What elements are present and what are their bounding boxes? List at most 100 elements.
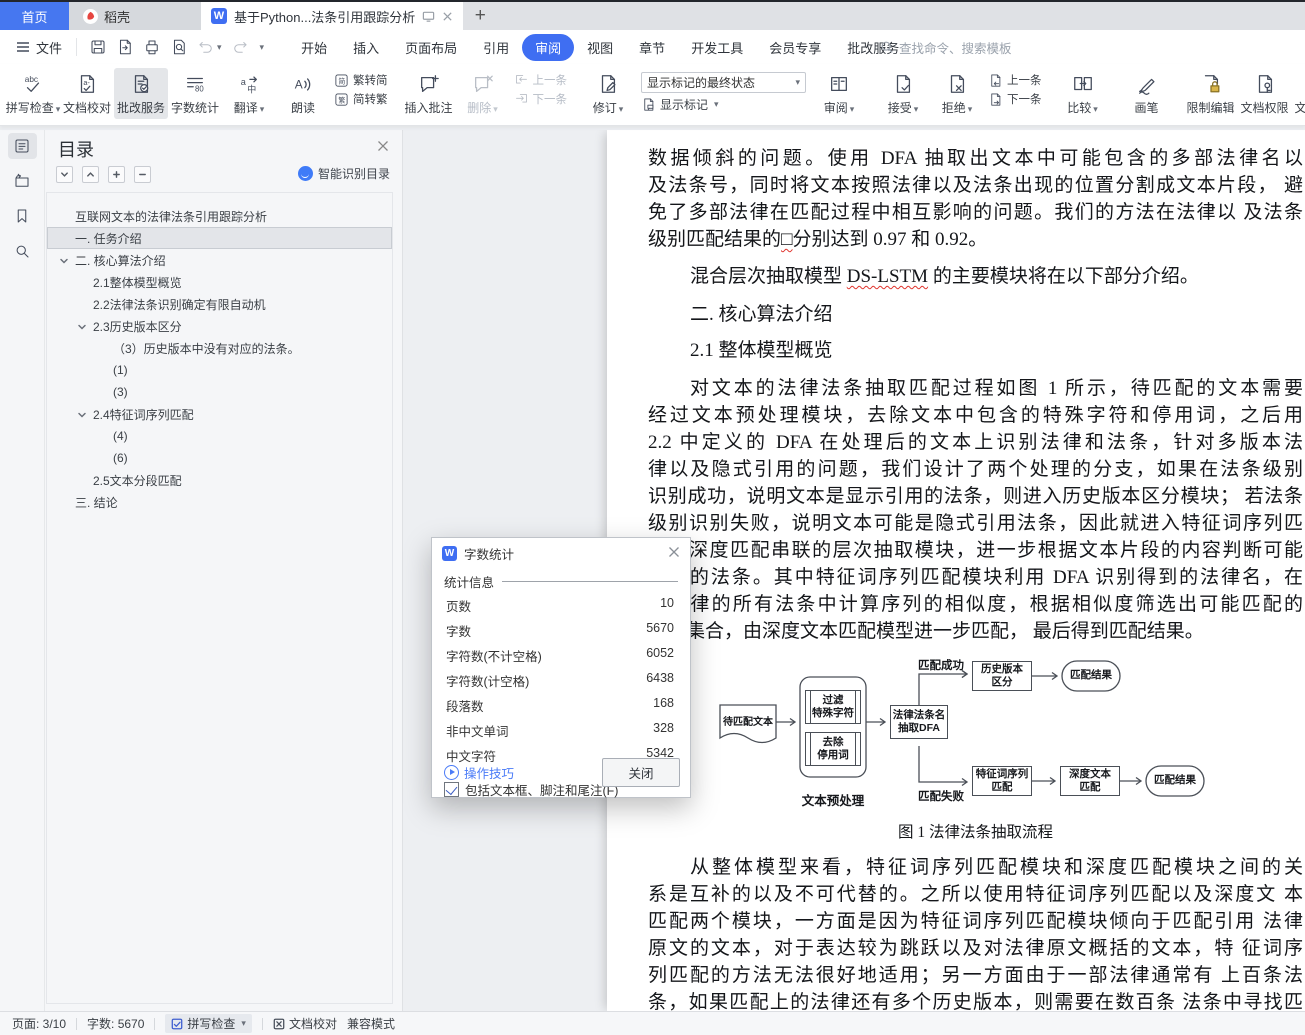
menu-item-7[interactable]: 开发工具 bbox=[678, 34, 756, 61]
toc-item-0[interactable]: 互联网文本的法律法条引用跟踪分析 bbox=[47, 205, 392, 227]
undo-button[interactable]: ▾ bbox=[197, 38, 222, 56]
doc-proof-status[interactable]: 文档校对 bbox=[273, 1015, 337, 1032]
menu-item-5[interactable]: 视图 bbox=[574, 34, 626, 61]
convert-0-button[interactable]: 简繁转简 bbox=[334, 72, 388, 88]
svg-text:80: 80 bbox=[195, 84, 204, 93]
toc-item-7[interactable]: (1) bbox=[47, 359, 392, 381]
toc-collapse-up-button[interactable] bbox=[82, 166, 99, 183]
chevron-down-icon[interactable] bbox=[77, 409, 87, 419]
chevron-down-icon[interactable] bbox=[59, 255, 69, 265]
menu-item-0[interactable]: 开始 bbox=[288, 34, 340, 61]
markup-state-select[interactable]: 显示标记的最终状态 ▾ bbox=[641, 72, 806, 93]
tab-docer[interactable]: 稻壳 bbox=[69, 2, 201, 30]
search-icon bbox=[881, 41, 893, 53]
document-page[interactable]: 数据倾斜的问题。使用 DFA 抽取出文本中可能包含的多部法律名以 及法条号，同时将… bbox=[607, 130, 1305, 1012]
show-markup-button[interactable]: 显示标记 ▾ bbox=[641, 96, 806, 113]
screen-share-icon[interactable] bbox=[422, 10, 435, 23]
compat-mode-label[interactable]: 兼容模式 bbox=[347, 1015, 395, 1032]
doc-text-line-0: 数据倾斜的问题。使用 DFA 抽取出文本中可能包含的多部法律名以 bbox=[648, 148, 1303, 169]
insert-comment-button[interactable]: 插入批注 bbox=[402, 68, 456, 119]
dock-chapter-button[interactable] bbox=[8, 168, 37, 194]
menu-item-8[interactable]: 会员专享 bbox=[756, 34, 834, 61]
convert-1-button[interactable]: 繁简转繁 bbox=[334, 91, 388, 107]
word-count-indicator[interactable]: 字数: 5670 bbox=[87, 1015, 144, 1032]
chevron-down-icon[interactable] bbox=[77, 321, 87, 331]
comment-nav-1-button[interactable]: 下一条 bbox=[514, 91, 567, 107]
toc-item-5[interactable]: 2.3历史版本区分 bbox=[47, 315, 392, 337]
toc-item-13[interactable]: 三. 结论 bbox=[47, 491, 392, 513]
toc-item-3[interactable]: 2.1整体模型概览 bbox=[47, 271, 392, 293]
toc-item-1[interactable]: 一. 任务介绍 bbox=[47, 227, 392, 249]
close-tab-icon[interactable] bbox=[442, 11, 453, 22]
revision-nav-1-button[interactable]: 下一条 bbox=[988, 91, 1042, 107]
flow-label-preprocess: 文本预处理 bbox=[801, 794, 865, 808]
doc-permission-button[interactable]: 文档权限 bbox=[1238, 68, 1292, 119]
spell-check-toggle[interactable]: 拼写检查 ▾ bbox=[165, 1014, 252, 1033]
toc-item-12[interactable]: 2.5文本分段匹配 bbox=[47, 469, 392, 491]
toolbar-expand-icon[interactable]: ▾ bbox=[260, 42, 265, 53]
toc-item-10[interactable]: (4) bbox=[47, 425, 392, 447]
smart-toc-button[interactable]: 智能识别目录 bbox=[297, 165, 390, 182]
file-menu-button[interactable]: 文件 bbox=[0, 38, 76, 57]
dialog-close-icon[interactable] bbox=[668, 545, 680, 561]
dock-outline-button[interactable] bbox=[7, 133, 37, 159]
menu-item-4[interactable]: 审阅 bbox=[522, 33, 575, 61]
restrict-editing-button[interactable]: 限制编辑 bbox=[1184, 68, 1238, 119]
dock-search-button[interactable] bbox=[8, 238, 37, 264]
ink-brush-button[interactable]: 画笔 bbox=[1120, 68, 1174, 119]
translate-button[interactable]: a 中翻译 ▾ bbox=[222, 68, 276, 119]
review-pane-button[interactable]: 审阅 ▾ bbox=[812, 68, 866, 119]
redo-button[interactable] bbox=[231, 38, 249, 56]
toc-expand-all-button[interactable] bbox=[108, 166, 125, 183]
stat-row-3: 字符数(计空格) 6438 bbox=[432, 668, 690, 693]
accept-revision-button[interactable]: 接受 ▾ bbox=[876, 68, 930, 119]
flow-node-filter: 过滤 特殊字符 bbox=[805, 690, 861, 724]
toc-expand-down-button[interactable] bbox=[56, 166, 73, 183]
doc-authenticate-button[interactable]: 文档认证 bbox=[1292, 68, 1305, 119]
comment-nav-0-button[interactable]: 上一条 bbox=[514, 72, 567, 88]
new-tab-button[interactable]: + bbox=[463, 2, 497, 30]
tips-link[interactable]: 操作技巧 bbox=[444, 763, 514, 782]
menu-item-3[interactable]: 引用 bbox=[470, 34, 522, 61]
svg-text:中: 中 bbox=[247, 83, 256, 94]
dialog-close-button[interactable]: 关闭 bbox=[602, 758, 680, 787]
tab-home[interactable]: 首页 bbox=[0, 2, 69, 30]
toc-close-icon[interactable] bbox=[377, 139, 389, 157]
stat-value: 328 bbox=[653, 721, 674, 735]
menu-item-2[interactable]: 页面布局 bbox=[392, 34, 470, 61]
toc-item-9[interactable]: 2.4特征词序列匹配 bbox=[47, 403, 392, 425]
dock-bookmark-button[interactable] bbox=[8, 203, 37, 229]
reject-revision-button[interactable]: 拒绝 ▾ bbox=[930, 68, 984, 119]
doc-text-line-7: 对文本的法律法条抽取匹配过程如图 1 所示，待匹配的文本需要 bbox=[690, 378, 1303, 399]
print-preview-button[interactable] bbox=[170, 38, 188, 56]
toc-collapse-all-button[interactable] bbox=[134, 166, 151, 183]
read-aloud-button[interactable]: A 朗读 bbox=[276, 68, 330, 119]
tab-document[interactable]: W 基于Python...法条引用跟踪分析 bbox=[201, 2, 464, 30]
spell-check-button[interactable]: abc 拼写检查 ▾ bbox=[6, 68, 61, 119]
page-indicator[interactable]: 页面: 3/10 bbox=[12, 1015, 66, 1032]
svg-text:a-: a- bbox=[83, 78, 90, 87]
save-button[interactable] bbox=[89, 38, 107, 56]
export-pdf-button[interactable] bbox=[116, 38, 134, 56]
print-button[interactable] bbox=[143, 38, 161, 56]
revision-nav-0-button[interactable]: 上一条 bbox=[988, 72, 1042, 88]
dialog-title-bar[interactable]: W 字数统计 bbox=[432, 538, 690, 568]
track-changes-button[interactable]: 修订 ▾ bbox=[581, 68, 635, 119]
toc-item-6[interactable]: （3）历史版本中没有对应的法条。 bbox=[47, 337, 392, 359]
word-count-button[interactable]: 80 字数统计 bbox=[168, 68, 222, 119]
menu-item-6[interactable]: 章节 bbox=[626, 34, 678, 61]
command-search[interactable]: 查找命令、搜索模板 bbox=[880, 38, 1012, 57]
doc-text-line-10: 律以及隐式引用的问题，我们设计了两个处理的分支，如果在法条级别 bbox=[648, 459, 1303, 480]
correction-service-button[interactable]: 批改服务 bbox=[114, 68, 168, 119]
stat-value: 6052 bbox=[646, 646, 674, 660]
ai-icon bbox=[297, 166, 313, 181]
toc-item-11[interactable]: (6) bbox=[47, 447, 392, 469]
dialog-title: 字数统计 bbox=[464, 547, 515, 562]
compare-button[interactable]: 比较 ▾ bbox=[1056, 68, 1110, 119]
menu-item-1[interactable]: 插入 bbox=[340, 34, 392, 61]
doc-proof-button[interactable]: a- 文档校对 bbox=[60, 68, 114, 119]
delete-comment-button[interactable]: 删除 ▾ bbox=[456, 68, 510, 119]
toc-item-8[interactable]: (3) bbox=[47, 381, 392, 403]
toc-item-4[interactable]: 2.2法律法条识别确定有限自动机 bbox=[47, 293, 392, 315]
toc-item-2[interactable]: 二. 核心算法介绍 bbox=[47, 249, 392, 271]
